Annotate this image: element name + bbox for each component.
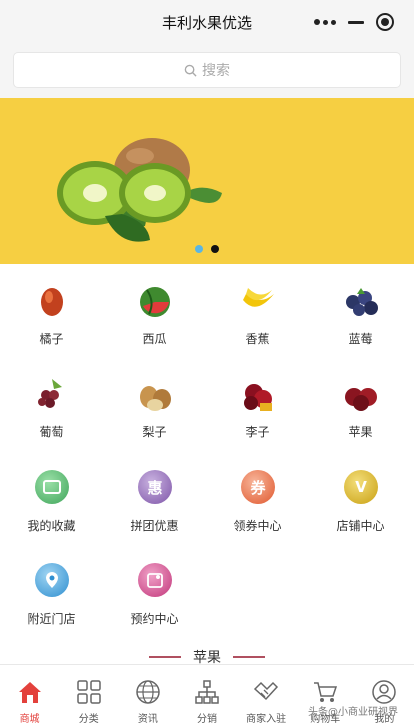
- watermelon-icon: [140, 287, 170, 317]
- home-icon: [18, 682, 41, 703]
- apple-icon: [345, 388, 377, 411]
- coupon-icon: 券: [238, 467, 278, 507]
- grid-item-nearby-store[interactable]: 附近门店: [0, 552, 103, 642]
- grid-item-label: 店铺中心: [336, 519, 385, 533]
- tab-mine[interactable]: 我的: [355, 665, 414, 728]
- tab-label: 资讯: [137, 714, 158, 725]
- tab-merchant-join[interactable]: 商家入驻: [237, 665, 296, 728]
- more-menu-icon[interactable]: [314, 19, 336, 25]
- grid-item-label: 西瓜: [142, 332, 167, 346]
- banner-carousel[interactable]: [0, 98, 414, 264]
- tab-label: 商城: [19, 714, 40, 725]
- cart-icon: [314, 682, 338, 702]
- bottom-tab-bar: 商城 分类 资讯 分销 商家入驻 购物车 我的: [0, 664, 414, 728]
- favorites-icon: [32, 467, 72, 507]
- user-icon: [372, 680, 397, 704]
- tab-label: 分类: [78, 714, 99, 725]
- tab-label: 分销: [196, 714, 217, 725]
- grid-item-label: 李子: [245, 425, 270, 439]
- pear-icon: [140, 386, 171, 411]
- grid-item-orange[interactable]: 橘子: [0, 272, 103, 362]
- grid-item-watermelon[interactable]: 西瓜: [103, 272, 206, 362]
- grid-item-label: 梨子: [142, 425, 167, 439]
- grid-item-grape[interactable]: 葡萄: [0, 365, 103, 455]
- grid-item-label: 领券中心: [233, 519, 282, 533]
- carousel-dot[interactable]: [195, 245, 203, 253]
- location-icon: [32, 560, 72, 600]
- grid-item-label: 葡萄: [39, 425, 64, 439]
- grid-item-apple[interactable]: 苹果: [309, 365, 412, 455]
- minimize-icon[interactable]: [348, 20, 364, 24]
- close-target-icon[interactable]: [376, 13, 394, 31]
- divider: [233, 656, 265, 658]
- tab-cart[interactable]: 购物车: [296, 665, 355, 728]
- grid-item-label: 我的收藏: [27, 519, 76, 533]
- kiwi-banner-image: [57, 138, 222, 242]
- grid-item-banana[interactable]: 香蕉: [206, 272, 309, 362]
- search-area: 搜索: [0, 44, 414, 98]
- tab-mall[interactable]: 商城: [0, 665, 59, 728]
- grid-item-label: 拼团优惠: [130, 519, 179, 533]
- reservation-icon: [135, 560, 175, 600]
- grid-item-store[interactable]: V 店铺中心: [309, 459, 412, 549]
- blueberry-icon: [346, 288, 378, 316]
- grid-item-label: 苹果: [348, 425, 373, 439]
- grid-item-label: 预约中心: [130, 612, 179, 626]
- grid-item-pear[interactable]: 梨子: [103, 365, 206, 455]
- nav-bar: 丰利水果优选: [0, 0, 414, 44]
- tab-news[interactable]: 资讯: [118, 665, 177, 728]
- grid-item-favorites[interactable]: 我的收藏: [0, 459, 103, 549]
- banana-icon: [243, 288, 274, 307]
- group-buy-icon: 惠: [135, 467, 175, 507]
- grid-item-coupon[interactable]: 券 领券中心: [206, 459, 309, 549]
- store-icon: V: [341, 467, 381, 507]
- grape-icon: [38, 379, 62, 408]
- grid-item-blueberry[interactable]: 蓝莓: [309, 272, 412, 362]
- category-icon: [76, 680, 101, 704]
- grid-item-plum[interactable]: 李子: [206, 365, 309, 455]
- grid-item-label: 附近门店: [27, 612, 76, 626]
- grid-item-label: 香蕉: [245, 332, 270, 346]
- tab-label: 商家入驻: [246, 714, 287, 725]
- globe-icon: [136, 680, 160, 704]
- tab-category[interactable]: 分类: [59, 665, 118, 728]
- search-icon: [184, 64, 197, 77]
- grid-item-reservation[interactable]: 预约中心: [103, 552, 206, 642]
- carousel-dot-active[interactable]: [211, 245, 219, 253]
- plum-icon: [244, 384, 272, 411]
- grid-item-label: 橘子: [39, 332, 64, 346]
- search-placeholder: 搜索: [202, 63, 230, 79]
- handshake-icon: [254, 681, 279, 701]
- distribution-icon: [195, 680, 219, 704]
- grid-item-label: 蓝莓: [348, 332, 373, 346]
- tab-distribution[interactable]: 分销: [177, 665, 236, 728]
- grid-item-group-buy[interactable]: 惠 拼团优惠: [103, 459, 206, 549]
- search-input[interactable]: 搜索: [13, 52, 401, 88]
- orange-icon: [41, 288, 63, 316]
- mini-program-capsule: [308, 9, 400, 35]
- divider: [149, 656, 181, 658]
- watermark: 头条@小商业研视界: [308, 707, 398, 718]
